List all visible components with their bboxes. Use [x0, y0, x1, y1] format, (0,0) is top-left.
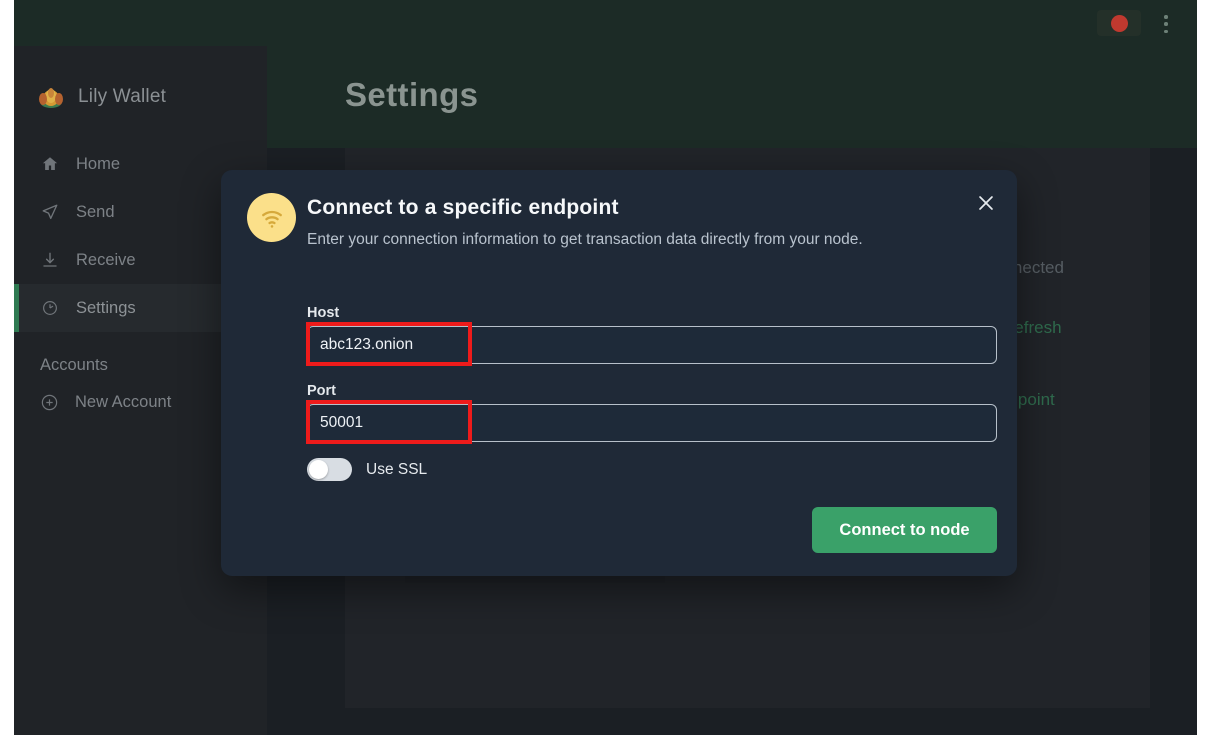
use-ssl-row: Use SSL	[307, 458, 427, 481]
sidebar-item-label: Home	[76, 154, 121, 173]
use-ssl-toggle[interactable]	[307, 458, 352, 481]
home-icon	[40, 155, 59, 174]
lily-logo-icon	[36, 83, 66, 111]
port-input[interactable]	[307, 404, 997, 442]
sidebar-item-label: Settings	[76, 298, 136, 317]
sidebar-item-label: New Account	[75, 392, 172, 411]
port-label: Port	[307, 383, 336, 399]
close-icon[interactable]	[973, 190, 999, 216]
use-ssl-label: Use SSL	[366, 460, 428, 478]
record-button[interactable]	[1097, 10, 1141, 36]
toggle-knob	[309, 460, 328, 479]
brand: Lily Wallet	[14, 70, 267, 118]
host-input[interactable]	[307, 326, 997, 364]
connect-endpoint-modal: Connect to a specific endpoint Enter you…	[221, 170, 1017, 576]
record-dot-icon	[1110, 14, 1128, 32]
app-window: Lily Wallet Home Send Receive Settings A…	[14, 0, 1197, 735]
titlebar	[14, 0, 1197, 46]
page-title: Settings	[345, 76, 479, 113]
host-label: Host	[307, 305, 340, 321]
plus-circle-icon	[40, 393, 59, 412]
sidebar-item-label: Send	[76, 202, 115, 221]
wifi-icon	[247, 193, 296, 242]
modal-title: Connect to a specific endpoint	[307, 196, 619, 219]
brand-name: Lily Wallet	[78, 86, 167, 107]
modal-subtitle: Enter your connection information to get…	[307, 231, 863, 248]
receive-icon	[40, 251, 59, 270]
kebab-menu-icon[interactable]	[1157, 14, 1175, 34]
settings-icon	[40, 299, 59, 318]
sidebar-item-label: Receive	[76, 250, 136, 269]
connect-to-node-button[interactable]: Connect to node	[812, 507, 997, 553]
send-icon	[40, 203, 59, 222]
